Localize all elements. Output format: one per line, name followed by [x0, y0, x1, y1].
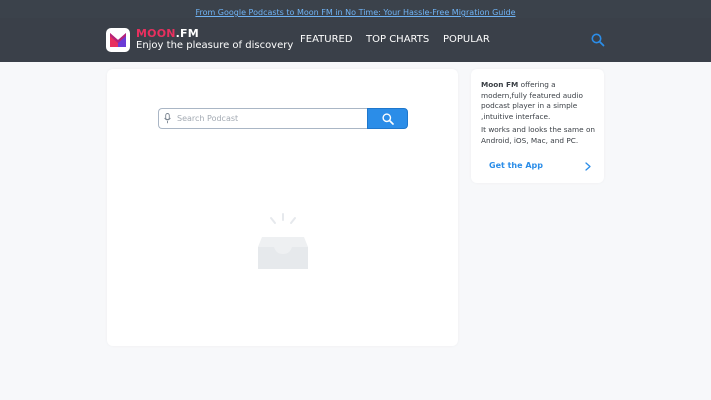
search-icon: [382, 113, 394, 125]
promo-link[interactable]: From Google Podcasts to Moon FM in No Ti…: [195, 8, 515, 17]
nav-top-charts[interactable]: TOP CHARTS: [366, 34, 429, 45]
tagline: Enjoy the pleasure of discovery: [136, 40, 294, 51]
app-promo-card: Moon FM offering a modern,fully featured…: [471, 69, 604, 183]
app-description: Moon FM offering a modern,fully featured…: [481, 80, 599, 122]
header: MOON.FM Enjoy the pleasure of discovery …: [0, 18, 711, 62]
main-content-card: [107, 69, 458, 346]
search-button[interactable]: [367, 108, 408, 129]
nav-featured[interactable]: FEATURED: [300, 34, 353, 45]
brand-name-part2: .FM: [175, 27, 199, 40]
microphone-icon[interactable]: [164, 113, 171, 124]
search-bar: [158, 108, 408, 129]
chevron-right-icon[interactable]: [585, 162, 591, 171]
brand-name[interactable]: MOON.FM: [136, 27, 199, 40]
brand-name-part1: MOON: [136, 27, 176, 40]
logo-icon: [110, 33, 126, 47]
platform-description: It works and looks the same on Android, …: [481, 125, 596, 145]
promo-bar: From Google Podcasts to Moon FM in No Ti…: [0, 0, 711, 18]
search-input[interactable]: [158, 108, 368, 129]
app-description-brand: Moon FM: [481, 80, 519, 89]
moonfm-logo[interactable]: [106, 28, 130, 52]
get-app-link[interactable]: Get the App: [489, 161, 543, 170]
header-search-icon[interactable]: [591, 33, 605, 47]
empty-inbox-icon: [258, 213, 308, 269]
nav-popular[interactable]: POPULAR: [443, 34, 490, 45]
